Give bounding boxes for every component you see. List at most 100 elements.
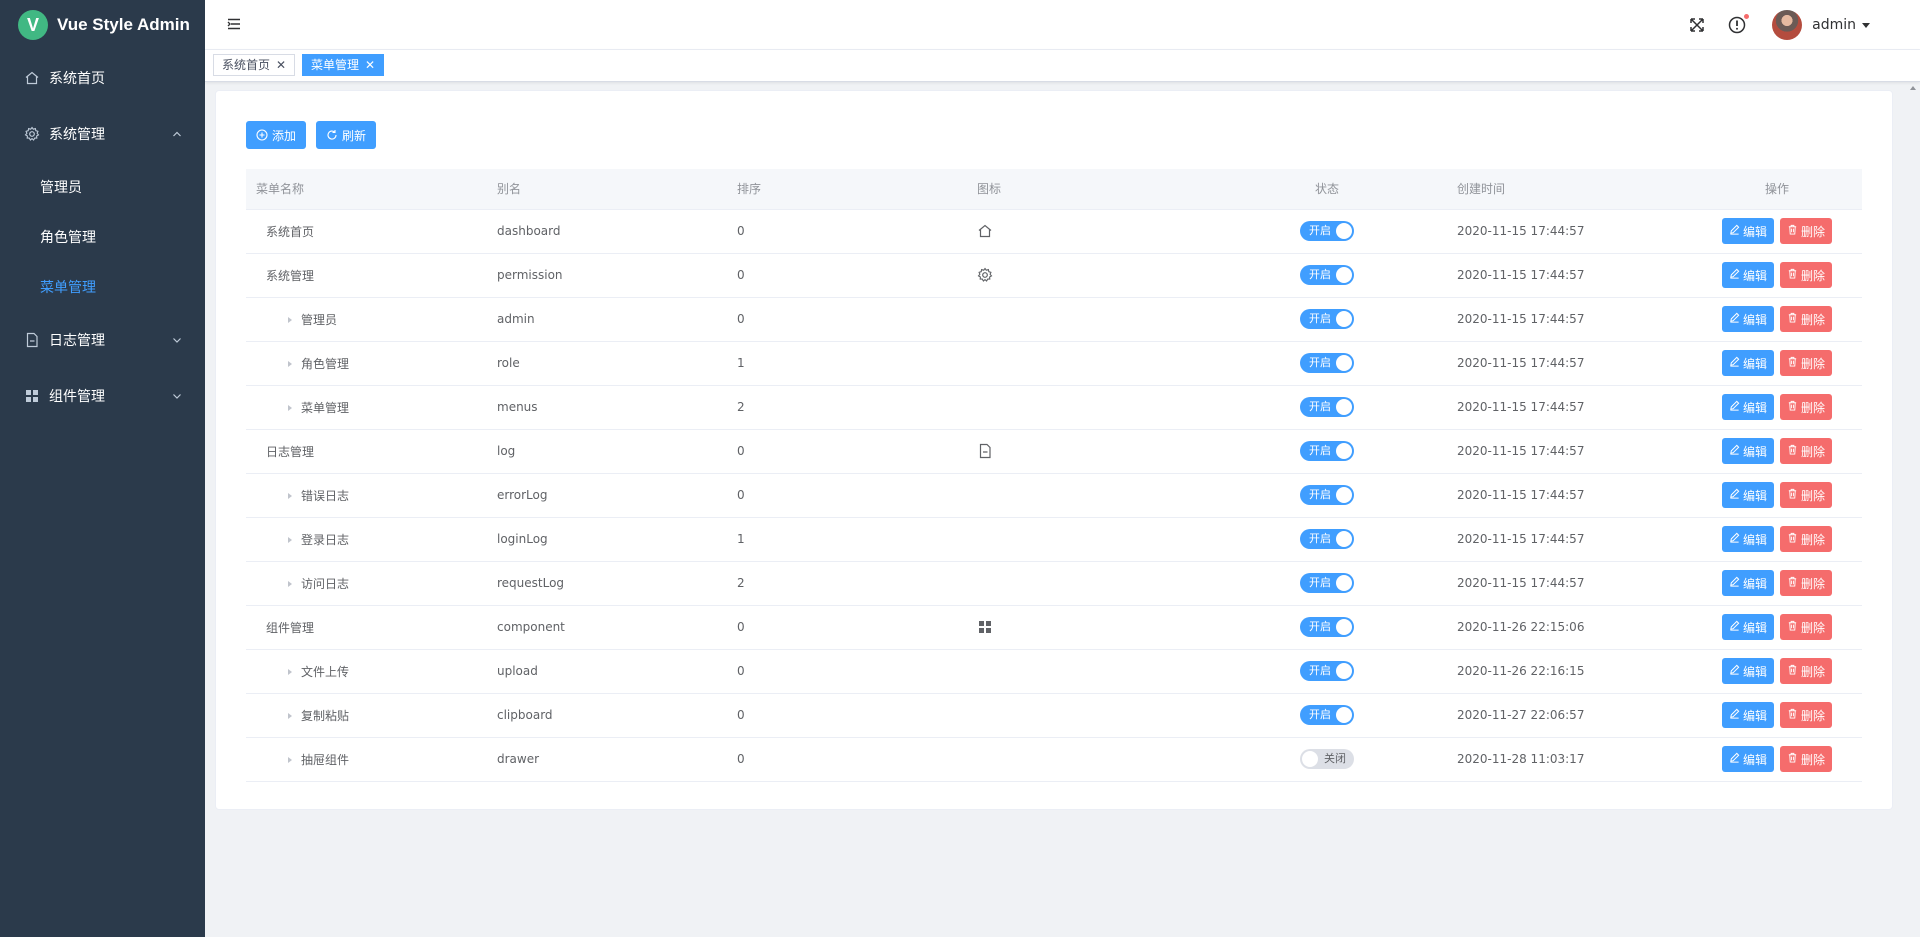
- delete-button[interactable]: 删除: [1780, 438, 1833, 464]
- table-row[interactable]: 日志管理 log 0 开启 2020-11-15 17:44:57 编辑 删除: [246, 429, 1862, 474]
- tag-label: 系统首页: [222, 58, 271, 72]
- expand-arrow-icon[interactable]: [288, 713, 292, 719]
- table-row[interactable]: 组件管理 component 0 开启 2020-11-26 22:15:06 …: [246, 605, 1862, 650]
- delete-button[interactable]: 删除: [1780, 218, 1833, 244]
- table-row[interactable]: 复制粘贴 clipboard 0 开启 2020-11-27 22:06:57 …: [246, 693, 1862, 738]
- delete-button[interactable]: 删除: [1780, 702, 1833, 728]
- sidebar-subitem-admin[interactable]: 管理员: [0, 162, 205, 212]
- status-switch[interactable]: 开启: [1300, 617, 1354, 637]
- edit-button[interactable]: 编辑: [1721, 702, 1774, 728]
- tag-menus[interactable]: 菜单管理 ✕: [302, 54, 385, 76]
- delete-button[interactable]: 删除: [1780, 394, 1833, 420]
- edit-button[interactable]: 编辑: [1721, 438, 1774, 464]
- edit-button[interactable]: 编辑: [1721, 350, 1774, 376]
- column-header[interactable]: 别名: [487, 169, 727, 210]
- sidebar-subitem-role[interactable]: 角色管理: [0, 212, 205, 262]
- edit-button[interactable]: 编辑: [1721, 746, 1774, 772]
- delete-button[interactable]: 删除: [1780, 746, 1833, 772]
- column-header[interactable]: 菜单名称: [246, 169, 487, 210]
- delete-button[interactable]: 删除: [1780, 526, 1833, 552]
- actions-cell: 编辑 删除: [1692, 429, 1862, 474]
- table-row[interactable]: 菜单管理 menus 2 开启 2020-11-15 17:44:57 编辑 删除: [246, 385, 1862, 430]
- delete-button[interactable]: 删除: [1780, 262, 1833, 288]
- table-row[interactable]: 文件上传 upload 0 开启 2020-11-26 22:16:15 编辑 删…: [246, 649, 1862, 694]
- delete-button[interactable]: 删除: [1780, 306, 1833, 332]
- table-row[interactable]: 访问日志 requestLog 2 开启 2020-11-15 17:44:57…: [246, 561, 1862, 606]
- sidebar-subitem-menus[interactable]: 菜单管理: [0, 262, 205, 312]
- sidebar-item-component[interactable]: 组件管理: [0, 368, 205, 424]
- status-switch[interactable]: 开启: [1300, 353, 1354, 373]
- status-cell: 开启: [1207, 561, 1447, 606]
- status-switch[interactable]: 开启: [1300, 529, 1354, 549]
- add-button[interactable]: 添加: [246, 121, 307, 149]
- status-switch[interactable]: 开启: [1300, 221, 1354, 241]
- sidebar-item-dashboard[interactable]: 系统首页: [0, 50, 205, 106]
- caret-down-icon[interactable]: [1862, 22, 1870, 28]
- status-switch[interactable]: 开启: [1300, 573, 1354, 593]
- column-header[interactable]: 排序: [727, 169, 967, 210]
- column-header[interactable]: 创建时间: [1447, 169, 1692, 210]
- delete-button[interactable]: 删除: [1780, 658, 1833, 684]
- home-icon: [24, 70, 40, 86]
- table-row[interactable]: 系统首页 dashboard 0 开启 2020-11-15 17:44:57 …: [246, 209, 1862, 254]
- sort-cell: 0: [727, 473, 967, 518]
- alert-icon[interactable]: [1728, 13, 1751, 34]
- table-row[interactable]: 管理员 admin 0 开启 2020-11-15 17:44:57 编辑 删除: [246, 297, 1862, 342]
- avatar[interactable]: [1772, 10, 1803, 40]
- expand-arrow-icon[interactable]: [288, 537, 292, 543]
- edit-button[interactable]: 编辑: [1721, 614, 1774, 640]
- edit-button[interactable]: 编辑: [1721, 570, 1774, 596]
- edit-button[interactable]: 编辑: [1721, 658, 1774, 684]
- status-switch[interactable]: 开启: [1300, 705, 1354, 725]
- expand-arrow-icon[interactable]: [288, 493, 292, 499]
- brand[interactable]: V Vue Style Admin: [0, 0, 205, 50]
- status-switch[interactable]: 开启: [1300, 265, 1354, 285]
- scroll-up-icon[interactable]: [1910, 86, 1916, 90]
- table-row[interactable]: 登录日志 loginLog 1 开启 2020-11-15 17:44:57 编…: [246, 517, 1862, 562]
- column-header[interactable]: 操作: [1692, 169, 1862, 210]
- edit-button[interactable]: 编辑: [1721, 306, 1774, 332]
- trash-icon: [1787, 356, 1801, 370]
- table-row[interactable]: 角色管理 role 1 开启 2020-11-15 17:44:57 编辑 删除: [246, 341, 1862, 386]
- fullscreen-icon[interactable]: [1688, 16, 1706, 34]
- column-header[interactable]: 图标: [967, 169, 1207, 210]
- expand-arrow-icon[interactable]: [288, 581, 292, 587]
- delete-button[interactable]: 删除: [1780, 570, 1833, 596]
- hamburger-icon[interactable]: [227, 17, 241, 31]
- menu-name: 角色管理: [301, 356, 350, 371]
- delete-button[interactable]: 删除: [1780, 482, 1833, 508]
- status-cell: 开启: [1207, 693, 1447, 738]
- expand-arrow-icon[interactable]: [288, 317, 292, 323]
- close-icon[interactable]: ✕: [276, 59, 286, 71]
- table-row[interactable]: 错误日志 errorLog 0 开启 2020-11-15 17:44:57 编…: [246, 473, 1862, 518]
- user-name[interactable]: admin: [1812, 17, 1856, 33]
- status-switch[interactable]: 关闭: [1300, 749, 1354, 769]
- expand-arrow-icon[interactable]: [288, 405, 292, 411]
- icon-cell: [967, 473, 1207, 518]
- status-switch[interactable]: 开启: [1300, 485, 1354, 505]
- delete-button[interactable]: 删除: [1780, 614, 1833, 640]
- delete-button[interactable]: 删除: [1780, 350, 1833, 376]
- close-icon[interactable]: ✕: [365, 59, 375, 71]
- column-header[interactable]: 状态: [1207, 169, 1447, 210]
- edit-button[interactable]: 编辑: [1721, 482, 1774, 508]
- refresh-button[interactable]: 刷新: [316, 121, 377, 149]
- status-switch[interactable]: 开启: [1300, 441, 1354, 461]
- edit-button[interactable]: 编辑: [1721, 526, 1774, 552]
- table-row[interactable]: 抽屉组件 drawer 0 关闭 2020-11-28 11:03:17 编辑 删…: [246, 737, 1862, 782]
- tag-dashboard[interactable]: 系统首页 ✕: [213, 54, 296, 76]
- edit-button[interactable]: 编辑: [1721, 262, 1774, 288]
- edit-button[interactable]: 编辑: [1721, 218, 1774, 244]
- alias-cell: loginLog: [487, 517, 727, 562]
- sidebar-item-system[interactable]: 系统管理: [0, 106, 205, 162]
- expand-arrow-icon[interactable]: [288, 361, 292, 367]
- status-switch[interactable]: 开启: [1300, 309, 1354, 329]
- status-switch[interactable]: 开启: [1300, 661, 1354, 681]
- created-cell: 2020-11-15 17:44:57: [1447, 517, 1692, 562]
- edit-button[interactable]: 编辑: [1721, 394, 1774, 420]
- expand-arrow-icon[interactable]: [288, 757, 292, 763]
- sidebar-item-log[interactable]: 日志管理: [0, 312, 205, 368]
- expand-arrow-icon[interactable]: [288, 669, 292, 675]
- status-switch[interactable]: 开启: [1300, 397, 1354, 417]
- table-row[interactable]: 系统管理 permission 0 开启 2020-11-15 17:44:57…: [246, 253, 1862, 298]
